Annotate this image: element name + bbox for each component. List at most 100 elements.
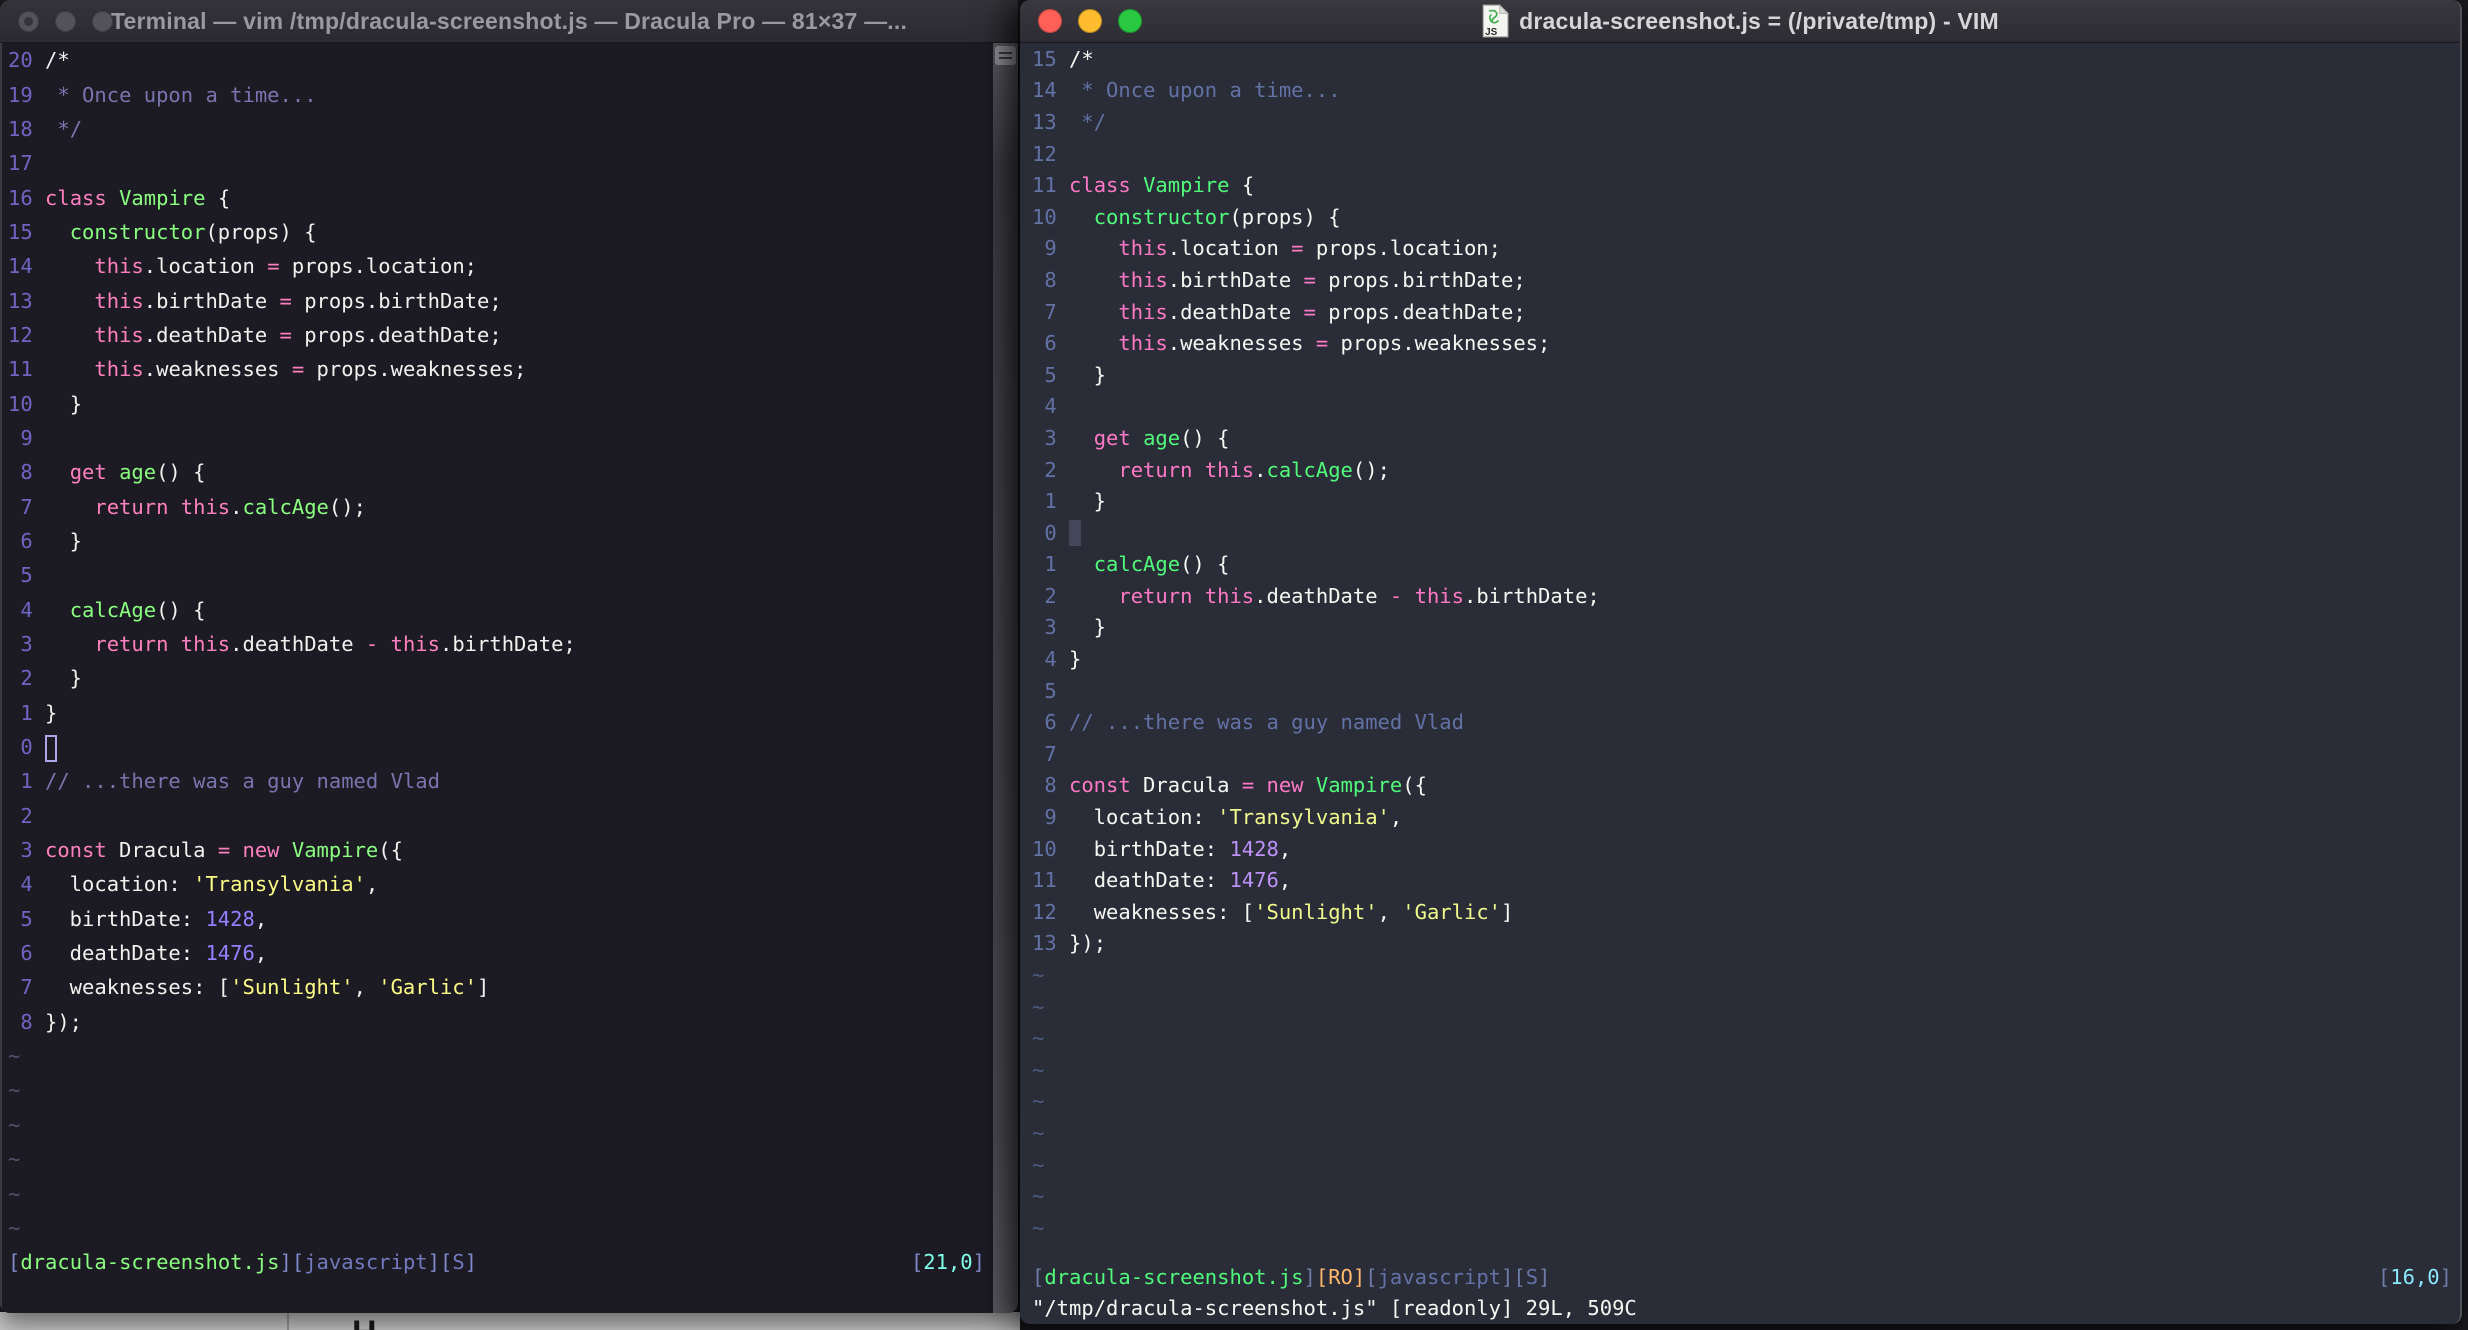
code-token: 1428 — [205, 906, 255, 931]
code-token: props.weaknesses; — [1328, 331, 1551, 356]
code-line: 0 — [8, 730, 993, 764]
code-token: = — [1303, 267, 1316, 292]
code-token: .weaknesses — [1167, 331, 1316, 356]
close-button[interactable] — [1038, 9, 1062, 33]
minimize-button[interactable] — [55, 10, 76, 32]
code-line: 4 calcAge() { — [8, 593, 993, 627]
code-line: 4} — [1032, 643, 2460, 675]
terminal-scrollbar[interactable] — [993, 43, 1018, 1313]
code-token: ][ — [1501, 1264, 1526, 1289]
macvim-window: JS dracula-screenshot.js = (/private/tmp… — [1020, 0, 2462, 1324]
code-token: [ — [8, 1250, 21, 1275]
code-token: weaknesses: [ — [1069, 899, 1255, 924]
code-token: 'Transylvania' — [1217, 805, 1390, 830]
code-token: } — [1069, 615, 1107, 640]
split-pane-button[interactable] — [995, 46, 1016, 65]
code-token: Vampire — [119, 185, 206, 210]
code-token: .deathDate — [143, 322, 280, 347]
code-line: 10 constructor (props) { — [1032, 201, 2460, 233]
code-line: 9 location: 'Transylvania', — [1032, 801, 2460, 833]
code-token: = — [1291, 236, 1304, 261]
code-token: .birthDate — [1167, 267, 1304, 292]
code-token: , — [254, 906, 268, 931]
code-line: 12 this .deathDate = props.deathDate; — [8, 318, 993, 352]
vim-status-line: [dracula-screenshot.js][javascript][S] [2… — [8, 1245, 993, 1279]
code-token: , — [353, 975, 379, 1000]
code-token: = — [1315, 331, 1329, 356]
line-number: 6 — [20, 941, 33, 966]
code-token: - — [365, 632, 379, 657]
code-token: weaknesses: [ — [45, 975, 231, 1000]
code-line: 0 — [1032, 517, 2460, 549]
vim-buffer-right[interactable]: 15/* 14 * Once upon a time... 13 */12 11 cla… — [1020, 43, 2460, 1324]
line-number: 1 — [20, 769, 33, 794]
line-number: 8 — [20, 1009, 33, 1034]
code-line: 9 — [8, 421, 993, 455]
line-number: 9 — [1044, 805, 1057, 830]
line-number: 9 — [1044, 236, 1057, 261]
code-line: 10 } — [8, 386, 993, 420]
code-token: age — [1143, 425, 1181, 450]
code-token: (props) { — [205, 219, 317, 244]
code-token: props.weaknesses; — [304, 357, 527, 382]
code-token: ] — [972, 1250, 985, 1275]
code-token: = — [217, 838, 231, 863]
code-token: = — [279, 288, 292, 313]
line-number: 10 — [1032, 204, 1057, 229]
tilde-row: ~ — [1032, 994, 1045, 1019]
macvim-titlebar[interactable]: JS dracula-screenshot.js = (/private/tmp… — [1020, 0, 2460, 43]
vim-buffer-left[interactable]: 20/* 19 * Once upon a time... 18 */17 16 cla… — [0, 43, 993, 1313]
code-line: 12 weaknesses: ['Sunlight', 'Garlic'] — [1032, 896, 2460, 928]
code-token: } — [1069, 362, 1107, 387]
close-button[interactable] — [18, 10, 39, 32]
line-number: 2 — [20, 666, 33, 691]
code-token: () { — [1180, 425, 1230, 450]
line-number: 17 — [8, 151, 33, 176]
minimize-button[interactable] — [1078, 9, 1102, 33]
code-token: = — [267, 254, 280, 279]
code-line: 4 location: 'Transylvania', — [8, 867, 993, 901]
code-token: location: — [45, 872, 194, 897]
code-token: () { — [156, 597, 206, 622]
code-token: .deathDate — [230, 632, 366, 657]
line-number: 16 — [8, 185, 33, 210]
code-token: [ — [1032, 1264, 1045, 1289]
code-token: , — [1389, 805, 1403, 830]
code-token: * Once upon a time... — [45, 82, 317, 107]
line-number: 0 — [1044, 520, 1057, 545]
code-token: this — [390, 632, 440, 657]
code-token: , — [1278, 836, 1292, 861]
code-token: // ...there was a guy named Vlad — [45, 769, 440, 794]
code-token: this — [1118, 267, 1168, 292]
code-token: } — [45, 700, 58, 725]
code-token: (props) { — [1229, 204, 1341, 229]
code-token: this — [94, 288, 144, 313]
code-token: age — [119, 460, 157, 485]
code-token: ] — [2439, 1264, 2452, 1289]
code-token: birthDate: — [1069, 836, 1230, 861]
terminal-titlebar[interactable]: Terminal — vim /tmp/dracula-screenshot.j… — [0, 0, 1018, 43]
code-token: this — [1118, 331, 1168, 356]
code-token: .deathDate — [1254, 583, 1390, 608]
code-token: dracula-screenshot.js — [1044, 1264, 1304, 1289]
code-token: props.birthDate; — [291, 288, 502, 313]
code-line: 12 — [1032, 138, 2460, 170]
code-token: - — [1389, 583, 1403, 608]
line-number: 7 — [1044, 741, 1057, 766]
zoom-button[interactable] — [1118, 9, 1142, 33]
code-token: 'Transylvania' — [193, 872, 366, 897]
tilde-row: ~ — [8, 1112, 21, 1137]
zoom-button[interactable] — [92, 10, 113, 32]
code-token: calcAge — [69, 597, 157, 622]
background-divider-line — [287, 1312, 289, 1330]
code-token: 1476 — [1229, 868, 1279, 893]
code-token: } — [1069, 489, 1107, 514]
